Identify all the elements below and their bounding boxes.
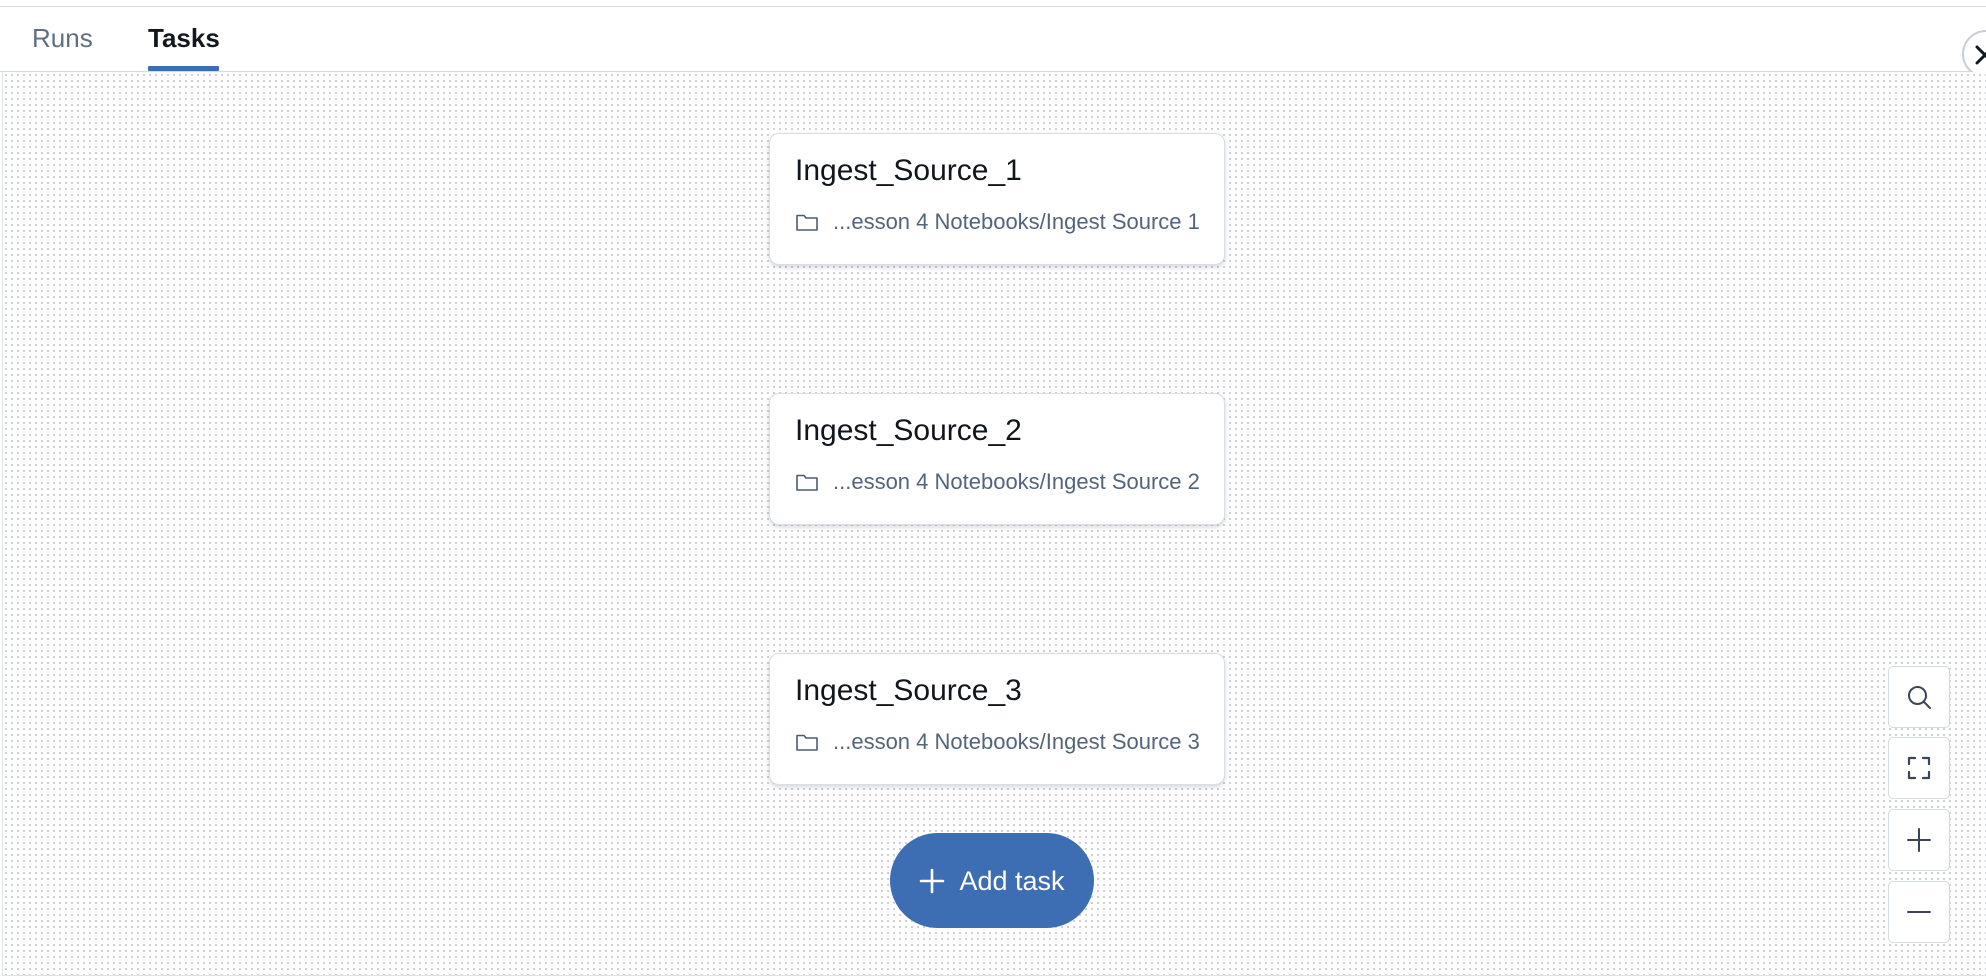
active-tab-indicator	[148, 66, 219, 71]
close-icon	[1975, 45, 1986, 65]
search-icon	[1908, 686, 1931, 709]
tab-runs[interactable]: Runs	[32, 23, 93, 53]
task-path-row: ...esson 4 Notebooks/Ingest Source 2	[795, 468, 1200, 496]
fit-view-button[interactable]	[1888, 737, 1950, 799]
zoom-out-button[interactable]	[1888, 881, 1950, 943]
add-task-label: Add task	[959, 865, 1065, 896]
task-path-row: ...esson 4 Notebooks/Ingest Source 1	[795, 208, 1200, 236]
job-editor: Runs Tasks Ingest_Source_1 ...esson 4 No…	[0, 0, 1986, 976]
zoom-in-button[interactable]	[1888, 809, 1950, 871]
minus-icon	[1907, 911, 1931, 913]
task-name: Ingest_Source_3	[795, 674, 1022, 707]
task-notebook-path: ...esson 4 Notebooks/Ingest Source 2	[833, 469, 1200, 494]
add-task-button[interactable]: Add task	[890, 833, 1094, 928]
task-card[interactable]: Ingest_Source_3 ...esson 4 Notebooks/Ing…	[769, 653, 1225, 785]
task-path-row: ...esson 4 Notebooks/Ingest Source 3	[795, 728, 1200, 756]
task-name: Ingest_Source_2	[795, 414, 1022, 447]
task-card[interactable]: Ingest_Source_1 ...esson 4 Notebooks/Ing…	[769, 133, 1225, 265]
task-notebook-path: ...esson 4 Notebooks/Ingest Source 3	[833, 729, 1200, 754]
folder-icon	[796, 474, 818, 491]
task-name: Ingest_Source_1	[795, 154, 1022, 187]
canvas-search-button[interactable]	[1888, 666, 1950, 728]
tab-bar: Runs Tasks	[0, 7, 1986, 72]
task-card[interactable]: Ingest_Source_2 ...esson 4 Notebooks/Ing…	[769, 393, 1225, 525]
folder-icon	[796, 734, 818, 751]
plus-icon	[920, 868, 945, 893]
fullscreen-icon	[1907, 756, 1931, 780]
tab-tasks[interactable]: Tasks	[148, 23, 220, 53]
plus-icon	[1907, 828, 1931, 852]
folder-icon	[796, 214, 818, 231]
task-notebook-path: ...esson 4 Notebooks/Ingest Source 1	[833, 209, 1200, 234]
